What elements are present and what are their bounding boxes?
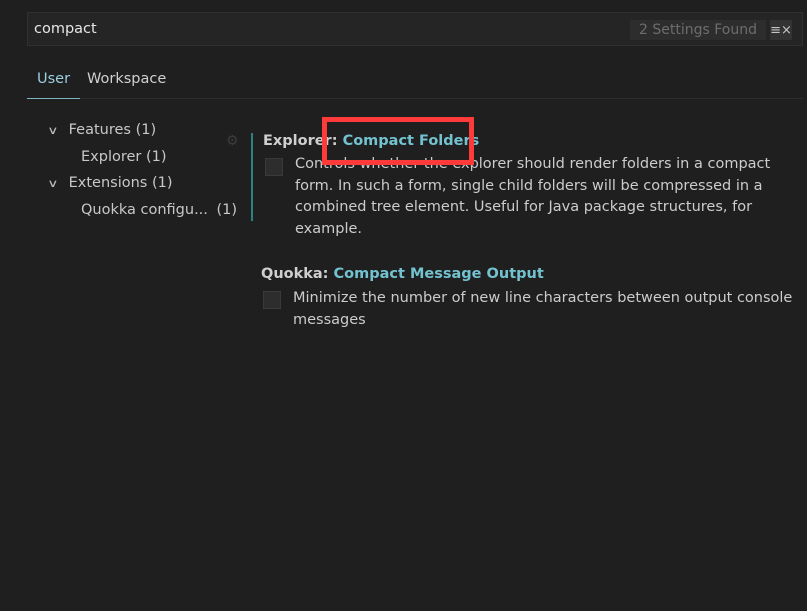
toc-count: (1) bbox=[145, 149, 167, 165]
setting-title: Explorer: Compact Folders bbox=[263, 133, 479, 149]
setting-description: Minimize the number of new line characte… bbox=[293, 290, 793, 328]
setting-category: Quokka: bbox=[261, 266, 334, 282]
setting-gear-icon[interactable]: ⚙ bbox=[226, 133, 242, 149]
chevron-down-icon: ∨ bbox=[47, 177, 59, 190]
toc-item-features[interactable]: ∨ Features (1) bbox=[47, 117, 157, 143]
setting-name: Compact Message Output bbox=[333, 266, 544, 282]
clear-filter-button[interactable]: ≡× bbox=[770, 20, 792, 40]
toc-count: (1) bbox=[216, 202, 238, 218]
clear-filter-icon: ≡× bbox=[770, 22, 792, 38]
toc-item-extensions[interactable]: ∨ Extensions (1) bbox=[47, 170, 173, 196]
toc-label: Quokka configu... bbox=[81, 202, 208, 218]
toc-count: (1) bbox=[151, 175, 173, 191]
toc-item-quokka[interactable]: Quokka configu... (1) bbox=[81, 197, 237, 223]
tab-workspace[interactable]: Workspace bbox=[77, 62, 176, 98]
setting-quokka-compact-message-output: Quokka: Compact Message Output Minimize … bbox=[251, 266, 807, 336]
setting-name: Compact Folders bbox=[342, 133, 480, 149]
toc-count: (1) bbox=[135, 122, 157, 138]
toc-label: Explorer bbox=[81, 149, 142, 165]
setting-description: Controls whether the explorer should ren… bbox=[295, 156, 771, 237]
setting-explorer-compact-folders: Explorer: Compact Folders Controls wheth… bbox=[251, 133, 807, 237]
chevron-down-icon: ∨ bbox=[47, 124, 59, 137]
toc-item-explorer[interactable]: Explorer (1) bbox=[81, 144, 167, 170]
result-count-badge: 2 Settings Found bbox=[630, 20, 766, 40]
compact-folders-checkbox[interactable] bbox=[265, 158, 283, 176]
settings-search-input[interactable] bbox=[28, 13, 618, 45]
toc-label: Extensions bbox=[68, 175, 148, 191]
toc-label: Features bbox=[68, 122, 131, 138]
setting-title: Quokka: Compact Message Output bbox=[261, 266, 544, 282]
tab-user[interactable]: User bbox=[27, 62, 81, 99]
settings-scope-tabs: User Workspace bbox=[27, 62, 803, 99]
compact-message-output-checkbox[interactable] bbox=[263, 291, 281, 309]
setting-category: Explorer: bbox=[263, 133, 343, 149]
settings-search-bar: 2 Settings Found ≡× bbox=[27, 12, 803, 46]
